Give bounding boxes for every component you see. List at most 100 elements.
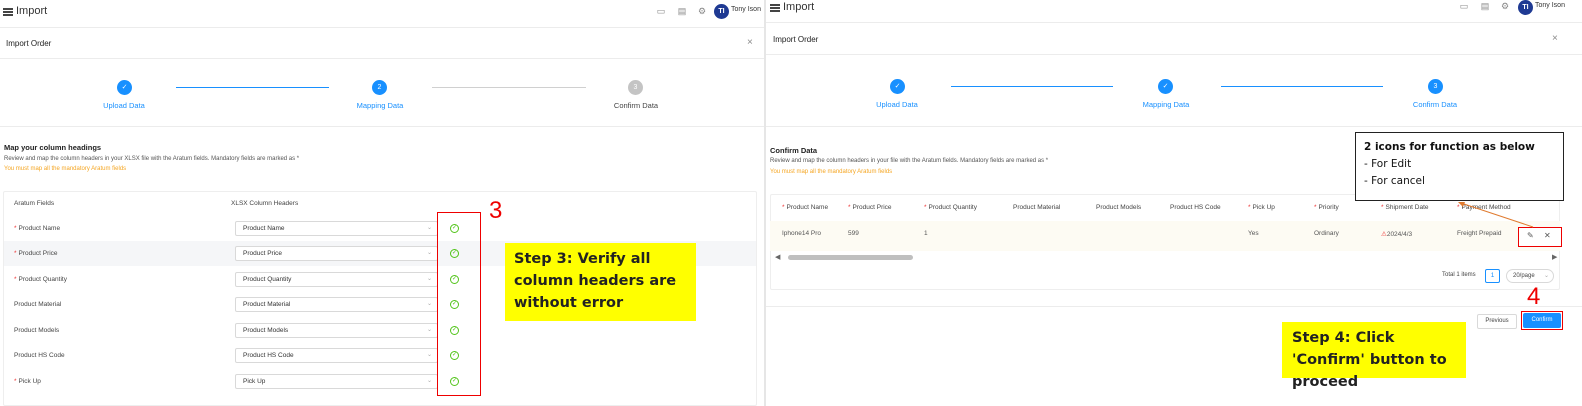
column-header: * Pick Up (1248, 204, 1275, 211)
column-mapping-select[interactable]: Product Models ⌄ (235, 323, 438, 338)
selected-column: Pick Up (243, 378, 266, 385)
shipment-date-value: 2024/4/3 (1386, 231, 1413, 238)
column-header-label: Product Quantity (928, 204, 977, 211)
required-marker: * (14, 250, 17, 257)
aratum-field-name: Product HS Code (14, 352, 65, 359)
tooltip-line: - For cancel (1364, 175, 1425, 187)
page-size-select[interactable]: 20/page ⌄ (1506, 269, 1554, 283)
edit-icon[interactable]: ✎ (1527, 231, 1534, 240)
step-3-label: Confirm Data (1412, 100, 1458, 109)
app-title: Import (16, 5, 48, 17)
required-marker: * (782, 204, 785, 211)
page-1-button[interactable]: 1 (1485, 269, 1500, 283)
column-mapping-select[interactable]: Product HS Code ⌄ (235, 348, 438, 363)
step-2-label: Mapping Data (1142, 100, 1190, 109)
aratum-field-name: * Product Quantity (14, 276, 67, 283)
step-connector (432, 87, 586, 88)
aratum-field-name: * Product Price (14, 250, 58, 257)
mapping-data-screen: Import ▭ ▤ ⚙ TI Tony Ison Import Order ×… (0, 0, 764, 406)
table-cell-priority: Ordinary (1314, 230, 1339, 237)
avatar[interactable]: TI (1518, 0, 1533, 15)
column-header-label: Product HS Code (1170, 204, 1221, 211)
selected-column: Product Quantity (243, 276, 292, 283)
column-mapping-select[interactable]: Product Material ⌄ (235, 297, 438, 312)
annotation-tooltip: 2 icons for function as below - For Edit… (1355, 132, 1564, 201)
selected-column: Product Name (243, 225, 285, 232)
menu-icon[interactable] (3, 8, 13, 16)
table-row: Product Models Product Models ⌄ ✓ (4, 318, 756, 343)
gear-icon[interactable]: ⚙ (697, 6, 707, 16)
close-icon[interactable]: × (747, 37, 753, 48)
table-cell-pick-up: Yes (1248, 230, 1259, 237)
document-icon[interactable]: ▤ (677, 6, 687, 16)
folder-icon[interactable]: ▭ (656, 6, 666, 16)
scroll-right-icon[interactable]: ▶ (1552, 253, 1557, 261)
section-title: Confirm Data (770, 146, 818, 155)
column-header-xlsx: XLSX Column Headers (231, 200, 299, 207)
selected-column: Product Models (243, 327, 289, 334)
column-header: Product HS Code (1170, 204, 1221, 211)
gear-icon[interactable]: ⚙ (1500, 1, 1510, 11)
previous-button[interactable]: Previous (1477, 314, 1517, 329)
close-icon[interactable]: × (1552, 33, 1558, 44)
column-header-label: Product Models (1096, 204, 1142, 211)
column-header-label: Product Material (1013, 204, 1061, 211)
selected-column: Product Material (243, 301, 291, 308)
menu-icon[interactable] (770, 4, 780, 12)
field-label: Product Models (14, 327, 60, 334)
aratum-field-name: Product Material (14, 301, 61, 308)
annotation-arrow (1458, 202, 1534, 228)
user-name[interactable]: Tony Ison (731, 6, 761, 13)
chevron-down-icon: ⌄ (426, 225, 432, 231)
confirm-button[interactable]: Confirm (1523, 313, 1561, 328)
column-header: * Product Name (782, 204, 828, 211)
mandatory-warning: You must map all the mandatory Aratum fi… (770, 169, 893, 175)
required-marker: * (14, 225, 17, 232)
aratum-field-name: * Product Name (14, 225, 60, 232)
chevron-down-icon: ⌄ (426, 301, 432, 307)
step-2-label: Mapping Data (356, 101, 404, 110)
user-name[interactable]: Tony Ison (1535, 2, 1565, 9)
table-cell-product-name: Iphone14 Pro (782, 230, 822, 237)
table-cell-payment-method: Freight Prepaid (1457, 230, 1502, 237)
column-mapping-select[interactable]: Product Quantity ⌄ (235, 272, 438, 287)
step-1-label: Upload Data (103, 101, 145, 110)
step-1-circle: ✓ (890, 79, 905, 94)
column-header: Product Material (1013, 204, 1060, 211)
chevron-down-icon: ⌄ (426, 378, 432, 384)
table-row[interactable]: Iphone14 Pro 599 1 Yes Ordinary ⚠2024/4/3 Frei… (770, 221, 1560, 251)
modal-title: Import Order (773, 35, 819, 44)
cancel-icon[interactable]: ✕ (1544, 231, 1551, 240)
folder-icon[interactable]: ▭ (1459, 1, 1469, 11)
field-label: Product Price (18, 250, 58, 257)
selected-column: Product Price (243, 250, 283, 257)
selected-column: Product HS Code (243, 352, 294, 359)
scroll-left-icon[interactable]: ◀ (775, 253, 780, 261)
document-icon[interactable]: ▤ (1480, 1, 1490, 11)
column-header-label: Shipment Date (1385, 204, 1429, 211)
section-title: Map your column headings (4, 143, 102, 152)
chevron-down-icon: ⌄ (426, 276, 432, 282)
step-3-label: Confirm Data (613, 101, 659, 110)
total-items: Total 1 items (1442, 272, 1476, 278)
column-mapping-select[interactable]: Product Price ⌄ (235, 246, 438, 261)
column-header-label: Product Price (852, 204, 892, 211)
column-header-label: Product Name (786, 204, 829, 211)
column-header: * Shipment Date (1381, 204, 1429, 211)
table-cell-product-quantity: 1 (924, 230, 928, 237)
horizontal-scrollbar-thumb[interactable] (788, 255, 913, 260)
column-header: * Product Quantity (924, 204, 977, 211)
app-header: Import ▭ ▤ ⚙ TI Tony Ison (766, 0, 1582, 24)
field-label: Product Material (14, 301, 62, 308)
section-description: Review and map the column headers in you… (4, 156, 300, 162)
chevron-down-icon: ⌄ (426, 250, 432, 256)
column-header-label: Priority (1318, 204, 1339, 211)
avatar[interactable]: TI (714, 4, 729, 19)
column-mapping-select[interactable]: Pick Up ⌄ (235, 374, 438, 389)
column-mapping-select[interactable]: Product Name ⌄ (235, 221, 438, 236)
step-connector (176, 87, 329, 88)
annotation-note: Step 4: Click 'Confirm' button to procee… (1282, 322, 1466, 390)
step-connector (1221, 86, 1383, 87)
app-title: Import (783, 1, 815, 13)
table-row: * Product Name Product Name ⌄ ✓ (4, 216, 756, 241)
